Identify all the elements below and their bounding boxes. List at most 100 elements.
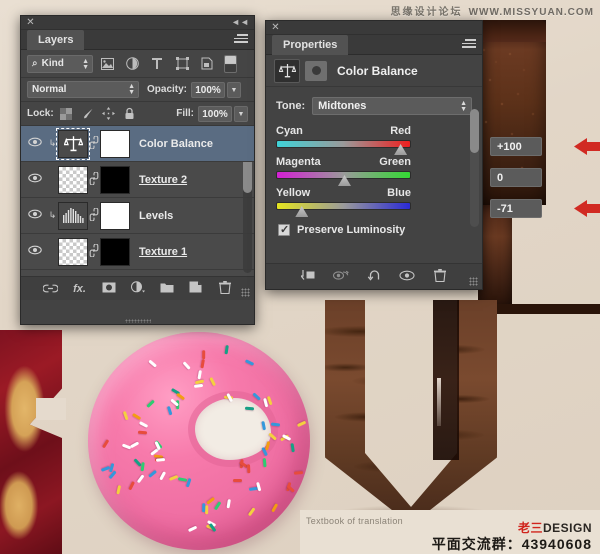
slider-label-right: Blue [387,187,411,199]
new-adjustment-layer-icon[interactable] [130,281,146,296]
layer-mask-thumbnail[interactable] [100,165,130,194]
layers-panel-titlebar[interactable]: ✕ ◄◄ [21,16,254,30]
blend-mode-select[interactable]: Normal ▲ ▼ [27,81,139,98]
filter-enable-toggle-icon[interactable] [224,54,237,73]
slider-value-input[interactable]: +100 [490,137,542,156]
tab-layers[interactable]: Layers [27,30,85,50]
panel-menu-icon[interactable] [462,39,476,50]
layer-thumbnail[interactable] [58,201,88,230]
chocolate-cake-slice-lower [478,205,512,310]
slider-label-left: Magenta [276,156,321,168]
link-icon[interactable] [88,134,100,152]
chevron-updown-icon[interactable]: ▲ ▼ [82,58,89,71]
properties-panel[interactable]: ✕ Properties Color Balance Tone: Midtone… [265,20,600,290]
opacity-input[interactable]: 100% [191,81,226,98]
preset-icon[interactable] [305,60,327,81]
lock-label: Lock: [27,108,54,119]
color-balance-sliders[interactable]: Cyan Red +100 Magenta Green 0 Yellow Blue -71 [266,121,600,218]
add-layer-mask-icon[interactable] [101,282,117,296]
letter-u-dark-left [365,300,387,455]
preserve-luminosity-label: Preserve Luminosity [297,224,406,236]
properties-tab-row: Properties [266,35,482,55]
shape-layer-filter-icon[interactable] [171,54,193,74]
tab-properties[interactable]: Properties [272,35,349,55]
layer-row-color-balance[interactable]: ↳ Color Balance [21,126,254,162]
panel-resize-grip[interactable] [241,288,250,297]
eye-icon[interactable] [23,173,47,186]
slider-track[interactable] [276,202,411,217]
properties-scrollbar-thumb[interactable] [470,109,479,153]
delete-adjustment-icon[interactable] [432,268,448,285]
lock-position-icon[interactable] [100,106,117,122]
slider-group-magenta-green[interactable]: Magenta Green 0 [276,156,542,187]
slider-track[interactable] [276,171,411,186]
search-icon: ⌕ [32,58,38,69]
letter-u-drizzle [325,300,497,525]
properties-resize-grip[interactable] [469,277,478,286]
smart-object-filter-icon[interactable] [196,54,218,74]
layer-mask-thumbnail[interactable] [100,237,130,266]
close-icon[interactable]: ✕ [271,23,280,33]
preserve-luminosity-row[interactable]: Preserve Luminosity [266,218,482,236]
slider-knob[interactable] [295,206,309,217]
slider-track[interactable] [276,140,411,155]
lock-all-icon[interactable] [121,106,138,122]
collapse-panel-icon[interactable]: ◄◄ [231,18,249,27]
layer-mask-thumbnail[interactable] [100,201,130,230]
properties-panel-footer [266,263,482,289]
layer-thumbnail[interactable] [58,165,88,194]
close-icon[interactable]: ✕ [26,18,35,28]
properties-panel-titlebar[interactable]: ✕ [266,21,482,35]
link-icon[interactable] [88,170,100,188]
preserve-luminosity-checkbox[interactable] [278,223,290,236]
layer-mask-thumbnail[interactable] [100,129,130,158]
tone-select[interactable]: Midtones ▲ ▼ [312,97,472,115]
panel-bottom-grip[interactable] [124,319,151,323]
lock-image-pixels-icon[interactable] [79,106,96,122]
panel-menu-icon[interactable] [234,34,248,45]
fill-input[interactable]: 100% [198,105,232,122]
view-previous-state-icon[interactable] [332,270,349,284]
link-icon[interactable] [88,242,100,260]
slider-knob[interactable] [394,144,408,155]
slider-knob[interactable] [338,175,351,186]
chevron-updown-icon[interactable]: ▲ ▼ [128,83,135,96]
layers-panel[interactable]: ✕ ◄◄ Layers ⌕ Kind ▲ ▼ Normal ▲ ▼ Opacit… [20,15,255,325]
lock-transparent-pixels-icon[interactable] [58,106,75,122]
adjustment-layer-filter-icon[interactable] [121,54,143,74]
eye-icon[interactable] [23,245,47,258]
layer-name: Levels [139,209,174,222]
chevron-updown-icon[interactable]: ▲ ▼ [460,100,467,113]
slider-group-cyan-red[interactable]: Cyan Red +100 [276,125,600,156]
slider-group-yellow-blue[interactable]: Yellow Blue -71 [276,187,600,218]
clip-to-layer-icon[interactable] [299,269,316,284]
eye-icon[interactable] [23,209,47,222]
layer-row-texture-2[interactable]: Texture 2 [21,162,254,198]
sprinkle [201,503,206,513]
filter-kind-select[interactable]: ⌕ Kind ▲ ▼ [27,54,93,73]
layer-thumbnail[interactable] [58,237,88,266]
opacity-dropdown-icon[interactable]: ▼ [227,81,242,98]
fill-dropdown-icon[interactable]: ▼ [234,105,248,122]
delete-layer-icon[interactable] [217,280,233,297]
slider-value-input[interactable]: 0 [490,168,542,187]
watermark-brand-en: DESIGN [542,521,592,535]
link-layers-icon[interactable] [42,282,59,296]
pixel-layer-filter-icon[interactable] [96,54,118,74]
properties-scrollbar[interactable] [470,109,479,227]
slider-value-input[interactable]: -71 [490,199,542,218]
filter-kind-label: Kind [41,58,64,69]
eye-icon[interactable] [23,137,47,150]
layer-style-fx-icon[interactable]: fx. [72,283,88,295]
type-layer-filter-icon[interactable] [146,54,168,74]
layer-row-texture-1[interactable]: Texture 1 [21,234,254,270]
lock-row: Lock: Fill: 100% ▼ [21,102,254,126]
toggle-visibility-icon[interactable] [399,270,415,284]
new-group-icon[interactable] [159,282,175,296]
reset-icon[interactable] [366,269,382,284]
layer-thumbnail[interactable] [56,127,90,160]
layer-list[interactable]: ↳Color BalanceTexture 2↳LevelsTexture 1▼… [21,126,254,276]
link-icon[interactable] [88,206,100,224]
layer-row-levels[interactable]: ↳ Levels [21,198,254,234]
new-layer-icon[interactable] [188,281,204,296]
